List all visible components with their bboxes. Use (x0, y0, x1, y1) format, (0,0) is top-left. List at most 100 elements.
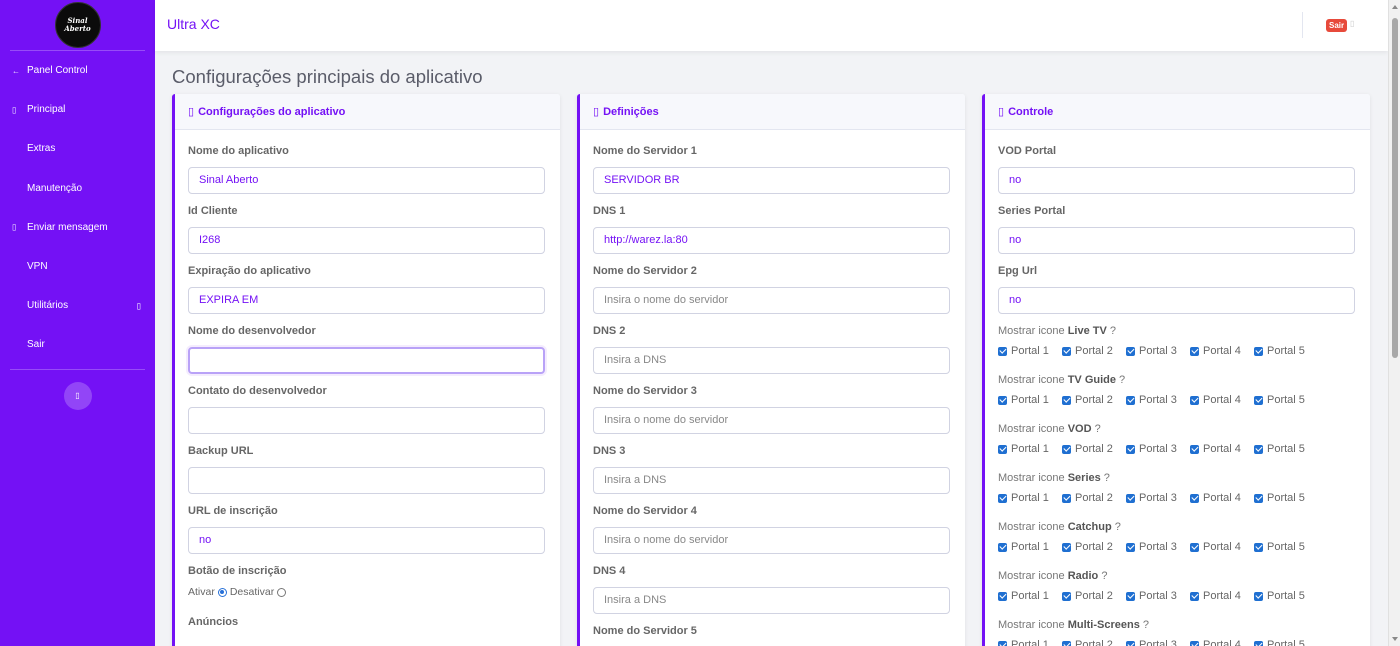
checkbox-checked-icon[interactable] (1254, 591, 1263, 601)
checkbox-checked-icon[interactable] (1254, 346, 1263, 356)
portal-checkbox[interactable]: Portal 4 (1190, 394, 1254, 406)
checkbox-checked-icon[interactable] (1190, 395, 1199, 405)
app-logo[interactable]: Sinal Aberto (54, 2, 101, 48)
sidebar-item-extras[interactable]: Extras (0, 129, 155, 168)
checkbox-checked-icon[interactable] (1126, 493, 1135, 503)
portal-checkbox[interactable]: Portal 1 (998, 639, 1062, 646)
checkbox-checked-icon[interactable] (1062, 640, 1071, 646)
checkbox-checked-icon[interactable] (1190, 542, 1199, 552)
checkbox-checked-icon[interactable] (998, 346, 1007, 356)
portal-checkbox[interactable]: Portal 5 (1254, 443, 1318, 455)
checkbox-checked-icon[interactable] (1062, 395, 1071, 405)
portal-checkbox[interactable]: Portal 2 (1062, 590, 1126, 602)
portal-checkbox[interactable]: Portal 1 (998, 345, 1062, 357)
checkbox-checked-icon[interactable] (1062, 346, 1071, 356)
radio-desativar[interactable] (277, 587, 287, 597)
checkbox-checked-icon[interactable] (1190, 444, 1199, 454)
portal-checkbox[interactable]: Portal 4 (1190, 639, 1254, 646)
checkbox-checked-icon[interactable] (1190, 591, 1199, 601)
checkbox-checked-icon[interactable] (1126, 640, 1135, 646)
portal-checkbox[interactable]: Portal 2 (1062, 443, 1126, 455)
dns-input[interactable]: Insira a DNS (593, 587, 950, 614)
portal-checkbox[interactable]: Portal 4 (1190, 541, 1254, 553)
portal-checkbox[interactable]: Portal 2 (1062, 492, 1126, 504)
checkbox-checked-icon[interactable] (1062, 542, 1071, 552)
portal-checkbox[interactable]: Portal 4 (1190, 345, 1254, 357)
server-name-input[interactable]: Insira o nome do servidor (593, 287, 950, 314)
portal-checkbox[interactable]: Portal 5 (1254, 492, 1318, 504)
checkbox-checked-icon[interactable] (1254, 542, 1263, 552)
portal-checkbox[interactable]: Portal 3 (1126, 394, 1190, 406)
portal-checkbox[interactable]: Portal 5 (1254, 345, 1318, 357)
server-name-input[interactable]: SERVIDOR BR (593, 167, 950, 194)
checkbox-checked-icon[interactable] (1254, 493, 1263, 503)
checkbox-checked-icon[interactable] (998, 640, 1007, 646)
signup-url-input[interactable]: no (188, 527, 545, 554)
logout-icon[interactable]: ▯ (1350, 19, 1354, 28)
portal-checkbox[interactable]: Portal 3 (1126, 590, 1190, 602)
checkbox-checked-icon[interactable] (1126, 444, 1135, 454)
checkbox-checked-icon[interactable] (1190, 493, 1199, 503)
checkbox-checked-icon[interactable] (1126, 542, 1135, 552)
portal-checkbox[interactable]: Portal 1 (998, 590, 1062, 602)
checkbox-checked-icon[interactable] (1254, 640, 1263, 646)
scroll-up-icon[interactable] (1392, 5, 1398, 9)
dns-input[interactable]: Insira a DNS (593, 467, 950, 494)
checkbox-checked-icon[interactable] (1254, 395, 1263, 405)
sidebar-item-sair[interactable]: Sair (0, 325, 155, 364)
portal-checkbox[interactable]: Portal 1 (998, 443, 1062, 455)
scroll-thumb[interactable] (1392, 18, 1398, 358)
portal-checkbox[interactable]: Portal 4 (1190, 443, 1254, 455)
scroll-down-icon[interactable] (1392, 637, 1398, 641)
portal-checkbox[interactable]: Portal 5 (1254, 639, 1318, 646)
checkbox-checked-icon[interactable] (998, 542, 1007, 552)
portal-checkbox[interactable]: Portal 4 (1190, 492, 1254, 504)
portal-checkbox[interactable]: Portal 1 (998, 492, 1062, 504)
portal-checkbox[interactable]: Portal 3 (1126, 345, 1190, 357)
checkbox-checked-icon[interactable] (1062, 591, 1071, 601)
sidebar-item-panel-control[interactable]: ← Panel Control (0, 51, 155, 90)
checkbox-checked-icon[interactable] (1126, 395, 1135, 405)
checkbox-checked-icon[interactable] (998, 493, 1007, 503)
portal-checkbox[interactable]: Portal 2 (1062, 394, 1126, 406)
control-input[interactable]: no (998, 287, 1355, 314)
checkbox-checked-icon[interactable] (1062, 444, 1071, 454)
checkbox-checked-icon[interactable] (998, 591, 1007, 601)
control-input[interactable]: no (998, 227, 1355, 254)
portal-checkbox[interactable]: Portal 1 (998, 541, 1062, 553)
client-id-input[interactable]: I268 (188, 227, 545, 254)
checkbox-checked-icon[interactable] (1254, 444, 1263, 454)
portal-checkbox[interactable]: Portal 2 (1062, 639, 1126, 646)
page-scrollbar[interactable] (1388, 0, 1400, 646)
portal-checkbox[interactable]: Portal 2 (1062, 345, 1126, 357)
logout-button[interactable]: Sair (1326, 19, 1348, 32)
portal-checkbox[interactable]: Portal 5 (1254, 394, 1318, 406)
developer-name-input[interactable] (188, 347, 545, 374)
checkbox-checked-icon[interactable] (1126, 591, 1135, 601)
server-name-input[interactable]: Insira o nome do servidor (593, 407, 950, 434)
radio-ativar[interactable] (217, 587, 227, 597)
backup-url-input[interactable] (188, 467, 545, 494)
portal-checkbox[interactable]: Portal 3 (1126, 541, 1190, 553)
checkbox-checked-icon[interactable] (1190, 346, 1199, 356)
portal-checkbox[interactable]: Portal 5 (1254, 590, 1318, 602)
server-name-input[interactable]: Insira o nome do servidor (593, 527, 950, 554)
app-name-input[interactable]: Sinal Aberto (188, 167, 545, 194)
portal-checkbox[interactable]: Portal 1 (998, 394, 1062, 406)
sidebar-item-vpn[interactable]: VPN (0, 247, 155, 286)
checkbox-checked-icon[interactable] (998, 395, 1007, 405)
dns-input[interactable]: http://warez.la:80 (593, 227, 950, 254)
portal-checkbox[interactable]: Portal 4 (1190, 590, 1254, 602)
expiration-input[interactable]: EXPIRA EM (188, 287, 545, 314)
checkbox-checked-icon[interactable] (998, 444, 1007, 454)
sidebar-item-principal[interactable]: ▯ Principal (0, 90, 155, 129)
brand-title[interactable]: Ultra XC (167, 16, 220, 32)
developer-contact-input[interactable] (188, 407, 545, 434)
checkbox-checked-icon[interactable] (1126, 346, 1135, 356)
checkbox-checked-icon[interactable] (1190, 640, 1199, 646)
sidebar-item-manutencao[interactable]: Manutenção (0, 169, 155, 208)
portal-checkbox[interactable]: Portal 5 (1254, 541, 1318, 553)
control-input[interactable]: no (998, 167, 1355, 194)
portal-checkbox[interactable]: Portal 2 (1062, 541, 1126, 553)
portal-checkbox[interactable]: Portal 3 (1126, 639, 1190, 646)
